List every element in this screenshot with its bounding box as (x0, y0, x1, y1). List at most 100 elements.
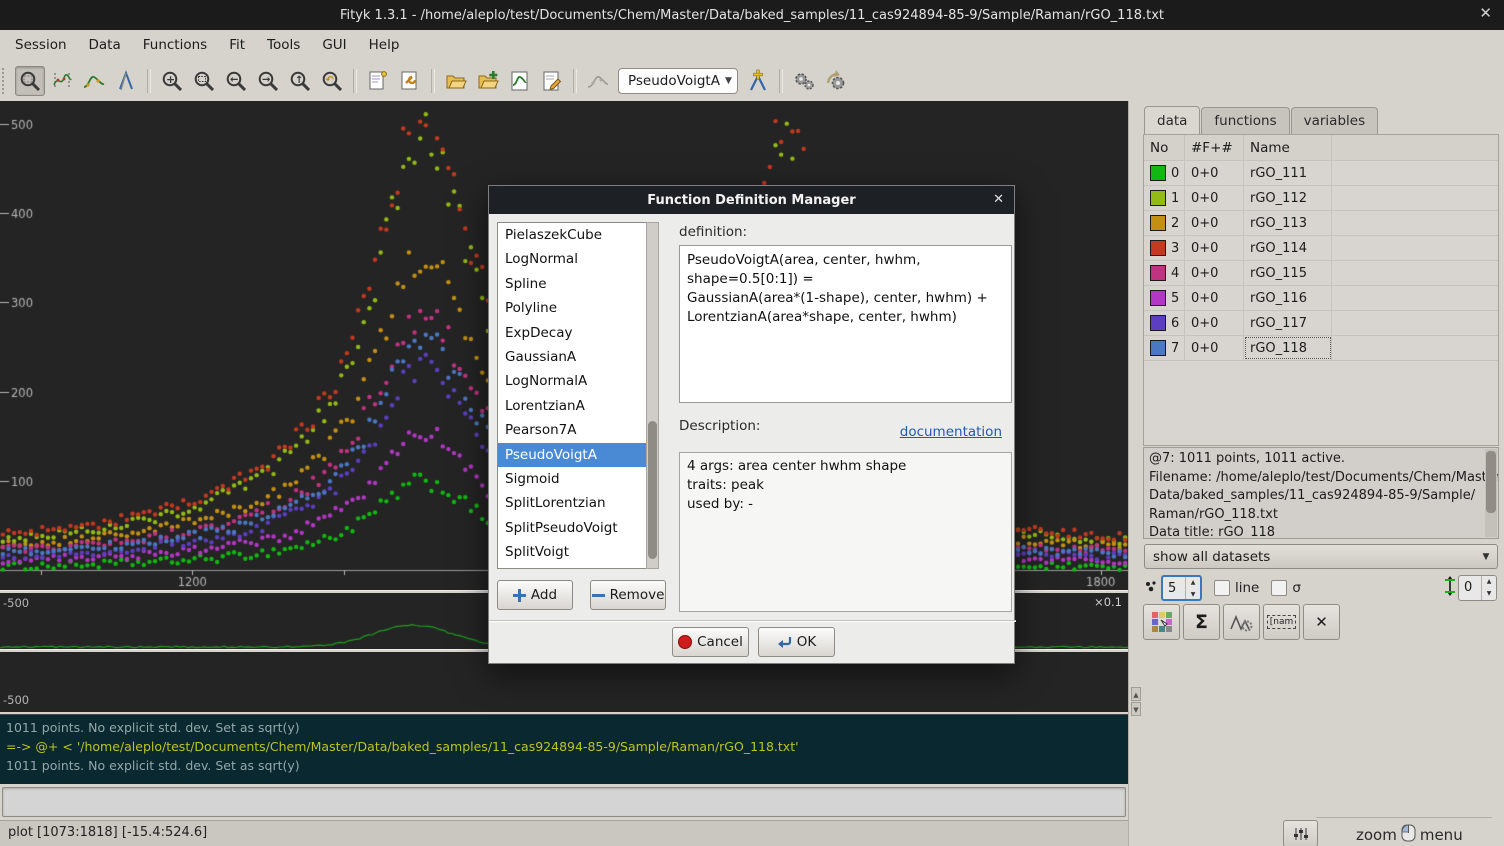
table-row[interactable]: 70+0rGO_118 (1144, 336, 1498, 361)
dataset-number-cell[interactable]: 3 (1144, 236, 1185, 260)
dataset-name-cell[interactable]: rGO_117 (1244, 311, 1332, 335)
dataset-color-swatch[interactable] (1150, 265, 1166, 281)
output-console[interactable]: 1011 points. No explicit std. dev. Set a… (0, 714, 1128, 784)
dataset-color-swatch[interactable] (1150, 240, 1166, 256)
dataset-color-swatch[interactable] (1150, 290, 1166, 306)
column-header-Name[interactable]: Name (1244, 135, 1332, 160)
menu-item-gui[interactable]: GUI (311, 30, 357, 61)
function-list[interactable]: PielaszekCubeLogNormalSplinePolylineExpD… (497, 222, 647, 569)
dialog-title-bar[interactable]: Function Definition Manager ✕ (489, 186, 1014, 214)
panel-splitter[interactable]: ▲ ▼ (1128, 101, 1141, 846)
ok-button[interactable]: OK (758, 627, 835, 657)
edit-script-button[interactable] (537, 66, 567, 96)
function-type-dropdown[interactable]: PseudoVoigtA▼ (618, 68, 738, 94)
info-scrollbar[interactable] (1485, 449, 1497, 537)
dataset-color-swatch[interactable] (1150, 165, 1166, 181)
dataset-color-swatch[interactable] (1150, 315, 1166, 331)
table-row[interactable]: 50+0rGO_116 (1144, 286, 1498, 311)
function-list-item-sigmoid[interactable]: Sigmoid (498, 467, 646, 491)
zoom-previous-button[interactable]: ↶ (317, 66, 347, 96)
dataset-info-panel[interactable]: @7: 1011 points, 1011 active.Filename: /… (1143, 447, 1499, 539)
data-transform-button[interactable] (395, 66, 425, 96)
show-datasets-dropdown[interactable]: show all datasets ▼ (1144, 544, 1498, 569)
tab-variables[interactable]: variables (1291, 107, 1379, 135)
dataset-name-cell[interactable]: rGO_113 (1244, 211, 1332, 235)
toolbar-drag-handle[interactable] (2, 68, 11, 94)
spin-down-icon[interactable]: ▼ (1482, 588, 1496, 600)
dataset-name-cell[interactable]: rGO_114 (1244, 236, 1332, 260)
dataset-number-cell[interactable]: 0 (1144, 161, 1185, 185)
menu-item-fit[interactable]: Fit (218, 30, 256, 61)
table-row[interactable]: 60+0rGO_117 (1144, 311, 1498, 336)
mouse-hint-config-button[interactable] (1283, 820, 1318, 846)
save-plot-button[interactable] (505, 66, 535, 96)
dialog-close-icon[interactable]: ✕ (993, 192, 1004, 207)
spin-up-icon[interactable]: ▲ (1482, 576, 1496, 588)
dataset-number-cell[interactable]: 1 (1144, 186, 1185, 210)
dataset-color-swatch[interactable] (1150, 190, 1166, 206)
range-mode-button[interactable] (47, 66, 77, 96)
fit-more-button[interactable] (821, 66, 851, 96)
name-labels-button[interactable]: [nam (1263, 604, 1300, 640)
function-list-item-lognormala[interactable]: LogNormalA (498, 369, 646, 393)
dataset-name-cell[interactable]: rGO_116 (1244, 286, 1332, 310)
dataset-colors-button[interactable] (1143, 604, 1180, 640)
function-list-item-splitpseudovoigt[interactable]: SplitPseudoVoigt (498, 516, 646, 540)
open-file-button[interactable] (441, 66, 471, 96)
remove-button[interactable]: Remove (590, 580, 666, 610)
function-list-item-lorentziana[interactable]: LorentzianA (498, 394, 646, 418)
zoom-select-button[interactable] (189, 66, 219, 96)
add-function-button[interactable] (743, 66, 773, 96)
zoom-back-button[interactable]: ← (221, 66, 251, 96)
function-list-item-gaussiana[interactable]: GaussianA (498, 345, 646, 369)
table-row[interactable]: 30+0rGO_114 (1144, 236, 1498, 261)
function-list-item-pielaszekcube[interactable]: PielaszekCube (498, 223, 646, 247)
table-row[interactable]: 00+0rGO_111 (1144, 161, 1498, 186)
table-row[interactable]: 40+0rGO_115 (1144, 261, 1498, 286)
function-list-item-pseudovoigta[interactable]: PseudoVoigtA (498, 443, 646, 467)
fit-run-button[interactable] (789, 66, 819, 96)
table-row[interactable]: 10+0rGO_112 (1144, 186, 1498, 211)
documentation-link[interactable]: documentation (900, 424, 1002, 440)
dataset-number-cell[interactable]: 2 (1144, 211, 1185, 235)
column-header-No[interactable]: No (1144, 135, 1185, 160)
function-list-item-polyline[interactable]: Polyline (498, 296, 646, 320)
tab-data[interactable]: data (1144, 106, 1200, 135)
function-list-item-splitvoigt[interactable]: SplitVoigt (498, 540, 646, 564)
menu-item-session[interactable]: Session (4, 30, 78, 61)
auto-add-button[interactable] (583, 66, 613, 96)
function-list-item-lognormal[interactable]: LogNormal (498, 247, 646, 271)
baseline-mode-button[interactable] (79, 66, 109, 96)
data-editor-button[interactable] (363, 66, 393, 96)
zoom-vertical-button[interactable]: ↑ (285, 66, 315, 96)
sigma-checkbox[interactable] (1271, 580, 1287, 596)
dataset-number-cell[interactable]: 7 (1144, 336, 1185, 360)
dataset-name-cell[interactable]: rGO_115 (1244, 261, 1332, 285)
dataset-name-cell[interactable]: rGO_112 (1244, 186, 1332, 210)
definition-textarea[interactable]: PseudoVoigtA(area, center, hwhm, shape=0… (679, 245, 1012, 403)
zoom-all-button[interactable]: + (157, 66, 187, 96)
input-scroll-down-icon[interactable]: ▼ (1131, 702, 1141, 716)
column-header-#F+#[interactable]: #F+# (1185, 135, 1244, 160)
spin-up-icon[interactable]: ▲ (1186, 577, 1200, 589)
dataset-number-cell[interactable]: 4 (1144, 261, 1185, 285)
line-checkbox[interactable] (1214, 580, 1230, 596)
dataset-color-swatch[interactable] (1150, 215, 1166, 231)
dataset-name-cell[interactable]: rGO_118 (1244, 336, 1332, 360)
function-list-item-spline[interactable]: Spline (498, 272, 646, 296)
column-header-extra[interactable] (1332, 135, 1498, 160)
function-list-item-splitlorentzian[interactable]: SplitLorentzian (498, 491, 646, 515)
append-file-button[interactable] (473, 66, 503, 96)
menu-item-functions[interactable]: Functions (132, 30, 218, 61)
function-list-scrollbar[interactable] (646, 222, 659, 569)
window-close-icon[interactable]: ✕ (1479, 4, 1492, 22)
table-row[interactable]: 20+0rGO_113 (1144, 211, 1498, 236)
dataset-name-cell[interactable]: rGO_111 (1244, 161, 1332, 185)
dataset-color-swatch[interactable] (1150, 340, 1166, 356)
functions-button[interactable] (1223, 604, 1260, 640)
function-list-item-expdecay[interactable]: ExpDecay (498, 321, 646, 345)
function-list-item-pearson7a[interactable]: Pearson7A (498, 418, 646, 442)
point-size-spinner[interactable]: 5 ▲▼ (1161, 575, 1202, 601)
add-button[interactable]: Add (497, 580, 573, 610)
dataset-number-cell[interactable]: 6 (1144, 311, 1185, 335)
